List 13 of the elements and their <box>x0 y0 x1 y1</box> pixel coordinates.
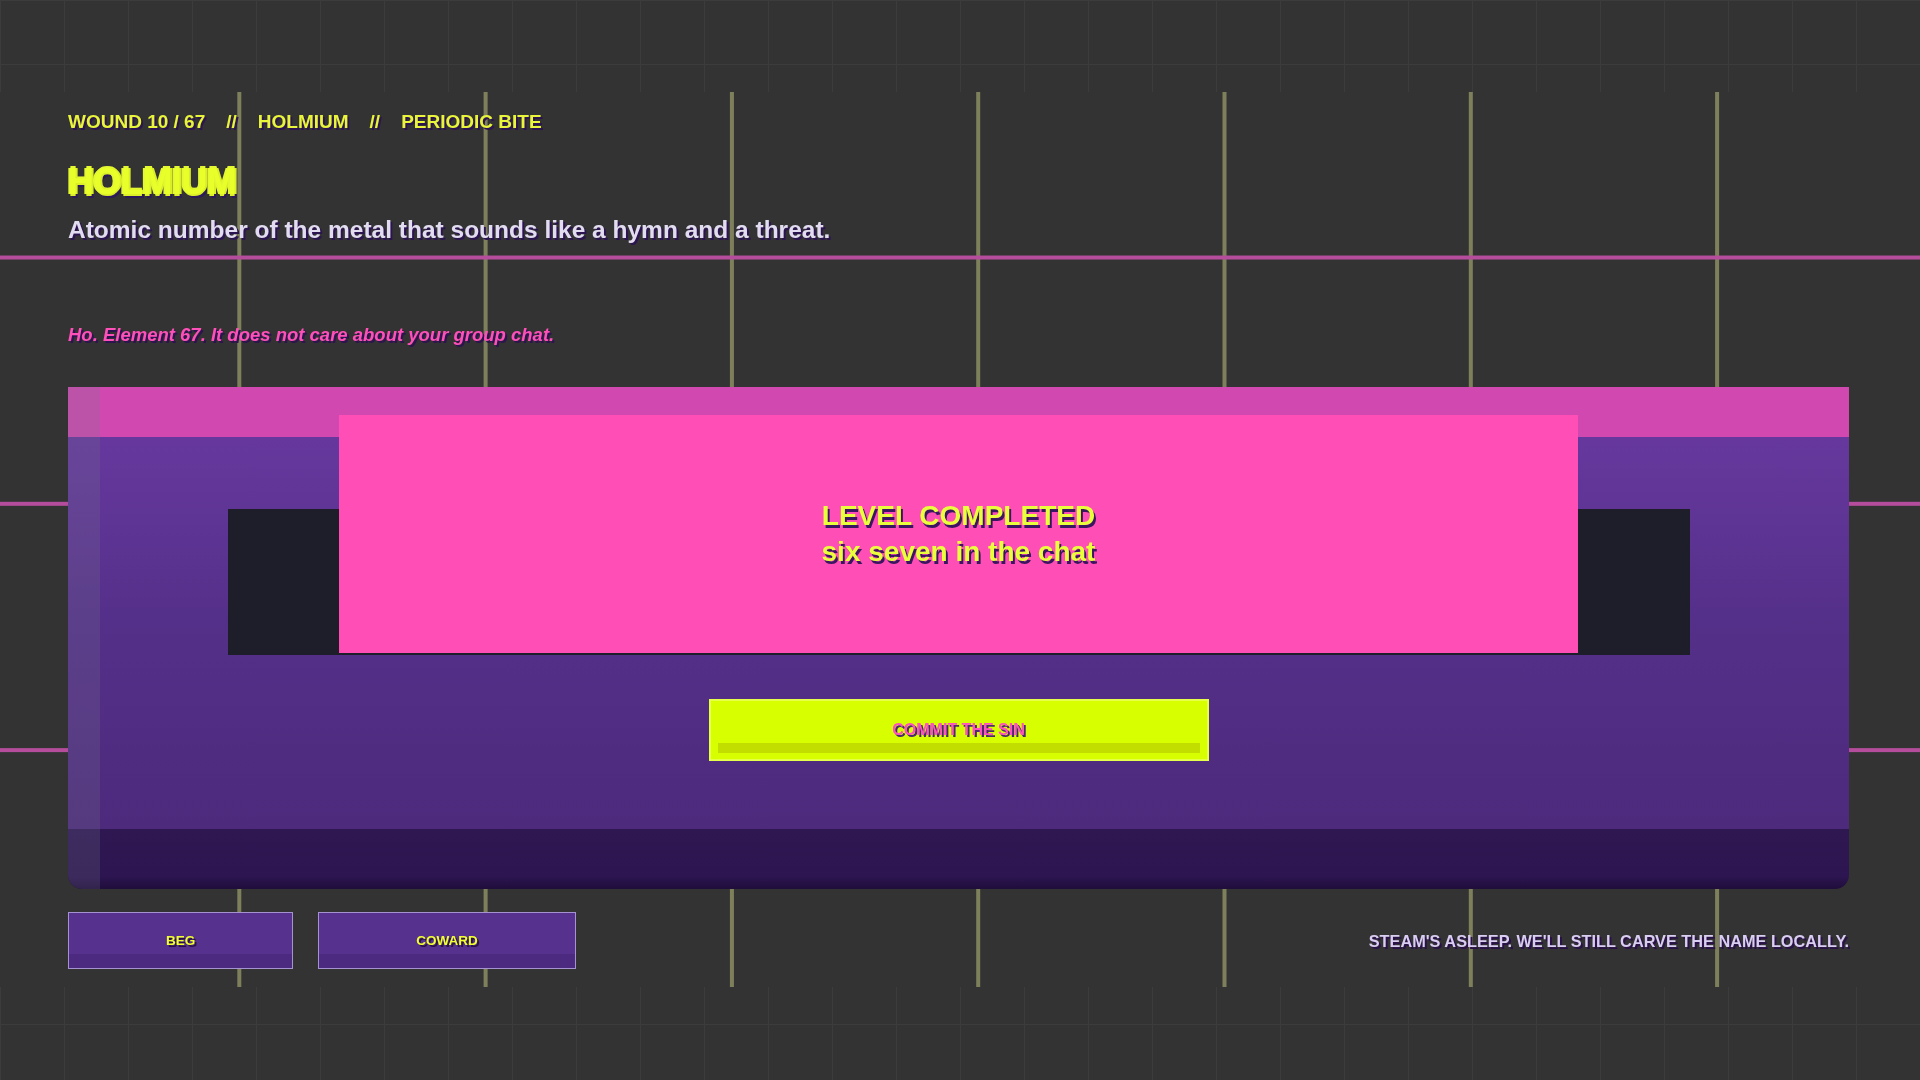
header-label: // <box>369 110 381 134</box>
question-text: Atomic number of the metal that sounds like a hymn and a threat. <box>68 216 831 244</box>
header-label: PERIODIC BITE <box>401 110 542 134</box>
action-button[interactable]: COWARD <box>318 912 576 969</box>
header-label: WOUND 10 / 67 <box>68 110 206 134</box>
element-title: HOLMIUM <box>68 162 237 202</box>
action-button[interactable]: BEG <box>68 912 294 969</box>
hint-text: Ho. Element 67. It does not care about your group chat. <box>68 324 555 346</box>
banner-subheading: six seven in the chat <box>821 535 1096 569</box>
header-label: // <box>226 110 237 134</box>
status-note: STEAM'S ASLEEP. WE'LL STILL CARVE THE NAME LOCALLY. <box>1368 930 1849 951</box>
header-label: HOLMIUM <box>257 110 349 134</box>
banner-heading: LEVEL COMPLETED <box>821 499 1096 533</box>
